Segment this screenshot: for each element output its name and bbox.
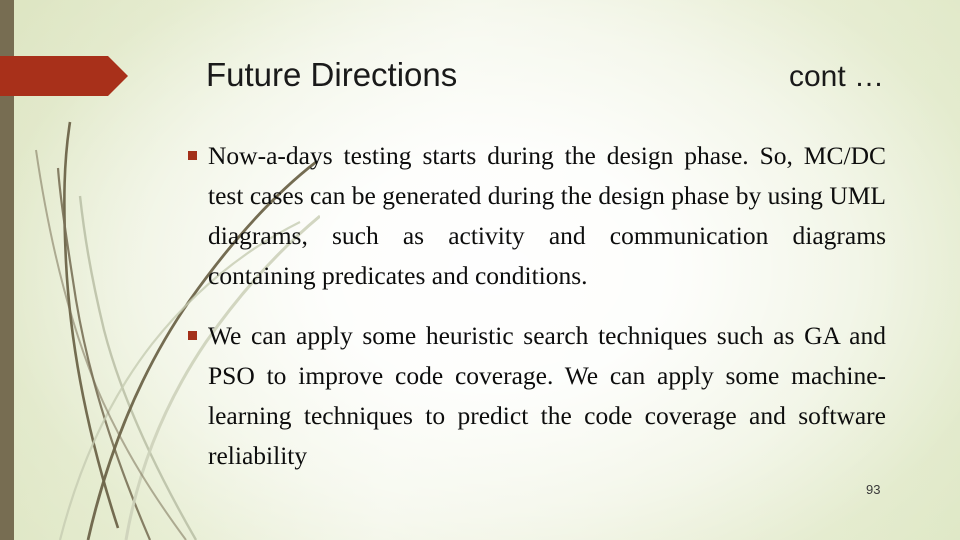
arrow-shape [0, 56, 128, 96]
slide-number: 93 [866, 482, 881, 497]
list-item: Now-a-days testing starts during the des… [186, 136, 886, 296]
red-arrow-banner [0, 56, 128, 96]
slide-title-row: Future Directions cont … [206, 56, 884, 94]
list-item: We can apply some heuristic search techn… [186, 316, 886, 476]
page-title: Future Directions [206, 56, 458, 93]
grass-blade-2 [56, 167, 152, 540]
slide-body: Now-a-days testing starts during the des… [186, 136, 886, 476]
slide-canvas: Future Directions cont … Now-a-days test… [0, 0, 960, 540]
grass-blade-7 [35, 149, 187, 540]
grass-blade-3 [78, 195, 198, 540]
page-title-suffix: cont … [788, 60, 884, 93]
list-item-text: We can apply some heuristic search techn… [208, 321, 886, 470]
square-bullet-icon [188, 331, 197, 340]
grass-blade-1 [63, 121, 120, 529]
square-bullet-icon [188, 151, 197, 160]
list-item-text: Now-a-days testing starts during the des… [208, 141, 886, 290]
